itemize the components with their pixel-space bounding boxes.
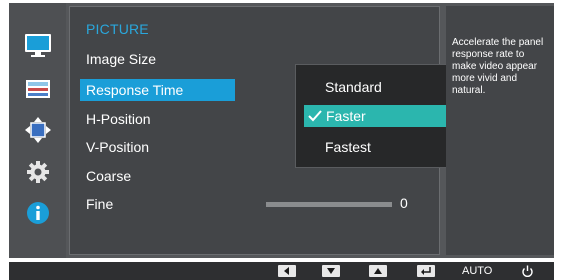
option-label: Standard [325, 79, 382, 95]
enter-icon [417, 265, 435, 277]
help-text: Accelerate the panel response rate to ma… [452, 37, 544, 96]
down-button[interactable] [322, 264, 340, 278]
menu-item-coarse[interactable]: Coarse [86, 168, 131, 184]
menu-item-response-time[interactable]: Response Time [80, 79, 235, 101]
information-icon [26, 202, 49, 224]
checkmark-icon [308, 110, 322, 122]
picture-icon [24, 34, 51, 57]
auto-button[interactable]: AUTO [462, 264, 492, 278]
up-button[interactable] [369, 264, 387, 278]
help-panel: Accelerate the panel response rate to ma… [446, 6, 554, 255]
sidebar-item-information[interactable] [9, 196, 66, 230]
left-arrow-icon [278, 265, 296, 277]
sidebar-item-setup[interactable] [9, 155, 66, 189]
option-label: Faster [326, 108, 366, 124]
power-button[interactable] [521, 264, 534, 278]
button-bar: AUTO [9, 262, 554, 280]
settings-gear-icon [26, 161, 49, 183]
sidebar-item-onscreen-display[interactable] [9, 72, 66, 106]
onscreen-display-icon [25, 80, 50, 98]
picture-menu: PICTURE Image Size Response Time H-Posit… [69, 6, 482, 255]
menu-item-v-position[interactable]: V-Position [86, 139, 149, 155]
power-icon [522, 265, 533, 277]
enter-button[interactable] [417, 264, 435, 278]
left-button[interactable] [278, 264, 296, 278]
position-icon [24, 117, 51, 143]
option-label: Fastest [325, 139, 371, 155]
category-sidebar [9, 3, 66, 258]
menu-item-fine[interactable]: Fine [86, 196, 113, 212]
sidebar-item-position[interactable] [9, 113, 66, 147]
up-arrow-icon [369, 265, 387, 277]
menu-title: PICTURE [86, 21, 149, 37]
sidebar-item-picture[interactable] [9, 27, 66, 65]
down-arrow-icon [322, 265, 340, 277]
fine-slider[interactable] [266, 202, 392, 207]
menu-item-label: Response Time [86, 82, 184, 98]
fine-value: 0 [400, 195, 408, 211]
menu-item-image-size[interactable]: Image Size [86, 51, 156, 67]
menu-item-h-position[interactable]: H-Position [86, 111, 151, 127]
osd-window: PICTURE Image Size Response Time H-Posit… [9, 3, 554, 258]
